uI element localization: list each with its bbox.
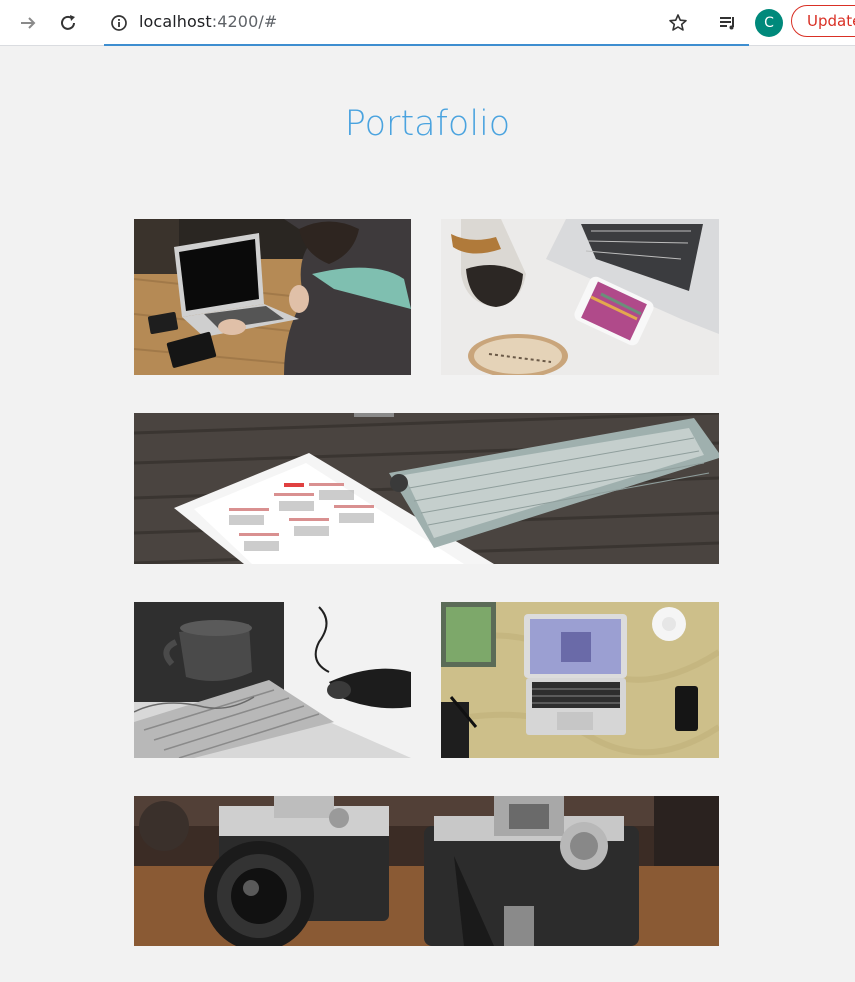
reload-icon[interactable]: [53, 8, 83, 38]
address-bar[interactable]: localhost:4200/#: [139, 12, 277, 31]
update-button[interactable]: Update: [791, 5, 855, 37]
keyboard-mug-photo: [134, 602, 411, 758]
star-icon[interactable]: [663, 8, 693, 38]
tablet-keyboard-photo: [134, 413, 719, 564]
laptop-on-desk-photo: [134, 219, 411, 375]
profile-avatar[interactable]: C: [755, 9, 783, 37]
url-host: localhost: [139, 12, 212, 31]
browser-toolbar: localhost:4200/# C Update: [0, 0, 855, 46]
url-path: :4200/#: [211, 12, 278, 31]
laptop-top-view-photo: [441, 602, 719, 758]
loading-indicator: [104, 44, 749, 46]
vintage-cameras-photo: [134, 796, 719, 946]
reading-list-icon[interactable]: [713, 8, 743, 38]
info-icon[interactable]: [104, 8, 134, 38]
page-title: Portafolio: [344, 104, 511, 144]
forward-arrow-icon[interactable]: [13, 8, 43, 38]
laptop-phone-coffee-photo: [441, 219, 719, 375]
